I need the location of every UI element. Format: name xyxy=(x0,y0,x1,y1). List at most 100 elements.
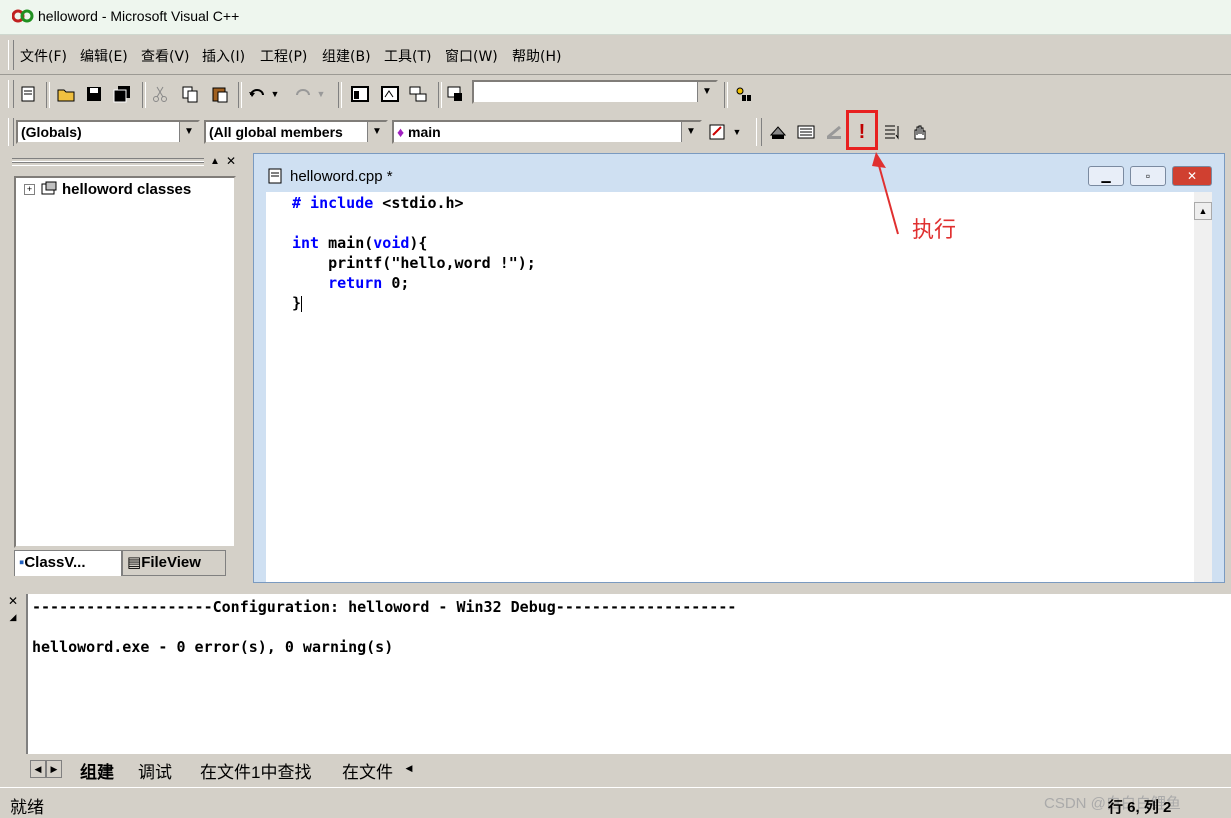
workspace-toggle-icon[interactable] xyxy=(348,82,372,106)
close-pane-icon[interactable]: ✕ xyxy=(224,154,238,168)
editor-filename: helloword.cpp * xyxy=(290,168,393,185)
tab-find-in-files-2[interactable]: 在文件 xyxy=(342,758,393,783)
tree-root-label[interactable]: helloword classes xyxy=(62,181,191,198)
code-keyword: return xyxy=(292,274,383,292)
code-keyword: # include xyxy=(292,194,374,212)
tab-classview[interactable]: ▪ClassV... xyxy=(14,550,122,576)
code-text: printf("hello,word !"); xyxy=(292,254,536,272)
tab-build[interactable]: 组建 xyxy=(80,758,114,783)
code-text: 0; xyxy=(382,274,410,292)
find-combo[interactable]: ▼ xyxy=(472,80,718,104)
pane-grip xyxy=(12,162,204,166)
open-folder-icon[interactable] xyxy=(54,82,78,106)
save-all-icon[interactable] xyxy=(110,82,134,106)
menu-bar: 文件(F) 编辑(E) 查看(V) 插入(I) 工程(P) 组建(B) 工具(T… xyxy=(0,36,1231,75)
chevron-down-icon[interactable]: ▼ xyxy=(179,122,198,142)
tab-classview-label: ClassV... xyxy=(24,554,86,571)
annotation-arrow-icon xyxy=(872,152,899,235)
menu-help[interactable]: 帮助(H) xyxy=(512,46,561,66)
compile-icon[interactable] xyxy=(766,120,790,144)
restore-icon[interactable]: ▫ xyxy=(1130,166,1166,186)
visual-cpp-logo-icon xyxy=(12,9,34,23)
redo-dropdown-icon[interactable]: ▼ xyxy=(314,82,328,106)
code-keyword: void xyxy=(373,234,410,252)
close-icon[interactable]: ✕ xyxy=(1172,166,1212,186)
stop-build-icon[interactable] xyxy=(822,120,846,144)
minimize-icon[interactable]: ▁ xyxy=(1088,166,1124,186)
wizard-dropdown-icon[interactable]: ▼ xyxy=(730,120,744,144)
redo-icon[interactable] xyxy=(290,82,314,106)
toolbar-separator xyxy=(724,82,728,108)
toolbar-separator xyxy=(142,82,146,108)
tab-debug[interactable]: 调试 xyxy=(138,758,172,783)
toolbar-grip xyxy=(8,118,14,146)
status-bar: 就绪 CSDN @白白白鲤鱼 行 6, 列 2 xyxy=(0,787,1231,818)
menu-edit[interactable]: 编辑(E) xyxy=(80,46,128,66)
menu-project[interactable]: 工程(P) xyxy=(260,46,307,66)
toolbar-separator xyxy=(338,82,342,108)
new-file-icon[interactable] xyxy=(16,82,40,106)
code-line: return 0; xyxy=(292,274,409,292)
member-combo[interactable]: ♦ main ▼ xyxy=(392,120,702,144)
annotation-label: 执行 xyxy=(912,218,957,243)
filter-combo[interactable]: (All global members ▼ xyxy=(204,120,388,144)
chevron-down-icon[interactable]: ▼ xyxy=(681,122,700,142)
menu-window[interactable]: 窗口(W) xyxy=(445,46,498,66)
toolbar-grip xyxy=(756,118,762,146)
function-marker-icon: ♦ xyxy=(397,124,405,140)
build-icon[interactable] xyxy=(794,120,818,144)
chevron-down-icon[interactable]: ▼ xyxy=(367,122,386,142)
wizard-action-icon[interactable] xyxy=(706,120,730,144)
maximize-pane-icon[interactable]: ▲ xyxy=(208,154,222,168)
toolbar-separator xyxy=(438,82,442,108)
class-combo-value: (Globals) xyxy=(21,124,82,140)
member-combo-value: main xyxy=(408,124,441,140)
text-caret xyxy=(301,295,303,312)
copy-icon[interactable] xyxy=(178,82,202,106)
output-window-icon[interactable] xyxy=(378,82,402,106)
expand-icon[interactable]: + xyxy=(24,184,35,195)
editor-window: helloword.cpp * ▁ ▫ ✕ # include <stdio.h… xyxy=(253,153,1225,583)
search-icon[interactable] xyxy=(732,82,756,106)
paste-icon[interactable] xyxy=(208,82,232,106)
code-gutter xyxy=(266,192,290,582)
class-combo[interactable]: (Globals) ▼ xyxy=(16,120,200,144)
code-area[interactable]: # include <stdio.h> int main(void){ prin… xyxy=(266,192,1194,582)
code-text: main( xyxy=(319,234,374,252)
tab-scroll-right-icon[interactable]: ▶ xyxy=(46,760,62,778)
close-output-icon[interactable]: ✕ xyxy=(6,594,20,608)
wizardbar-toolbar: (Globals) ▼ (All global members ▼ ♦ main ▼ … xyxy=(0,110,1231,152)
cut-icon[interactable] xyxy=(148,82,172,106)
editor-vertical-scrollbar[interactable]: ▲ xyxy=(1194,192,1212,582)
menu-tools[interactable]: 工具(T) xyxy=(384,46,431,66)
menu-build[interactable]: 组建(B) xyxy=(322,46,371,66)
tab-fileview-label: FileView xyxy=(141,554,201,571)
menu-insert[interactable]: 插入(I) xyxy=(202,46,245,66)
scroll-up-icon[interactable]: ▲ xyxy=(1194,202,1212,220)
output-pane: ✕ ◢ --------------------Configuration: h… xyxy=(0,590,1231,783)
window-list-icon[interactable] xyxy=(406,82,430,106)
title-bar: helloword - Microsoft Visual C++ xyxy=(0,0,1231,35)
undo-icon[interactable] xyxy=(246,82,270,106)
code-line: } xyxy=(292,294,303,312)
tab-find-in-files-1[interactable]: 在文件1中查找 xyxy=(200,758,311,783)
go-icon[interactable] xyxy=(880,120,904,144)
editor-titlebar: helloword.cpp * ▁ ▫ ✕ xyxy=(254,154,1224,192)
menu-view[interactable]: 查看(V) xyxy=(141,46,190,66)
hscroll-left-icon[interactable]: ◀ xyxy=(402,760,416,776)
undo-dropdown-icon[interactable]: ▼ xyxy=(268,82,282,106)
class-folder-icon xyxy=(41,181,57,195)
output-text-area[interactable]: --------------------Configuration: hello… xyxy=(26,594,1231,754)
save-icon[interactable] xyxy=(82,82,106,106)
find-in-files-icon[interactable] xyxy=(444,82,468,106)
tab-scroll-left-icon[interactable]: ◀ xyxy=(30,760,46,778)
breakpoint-hand-icon[interactable] xyxy=(908,120,932,144)
toolbar-grip xyxy=(8,80,14,108)
maximize-output-icon[interactable]: ◢ xyxy=(6,610,20,624)
toolbar-separator xyxy=(46,82,50,108)
tab-fileview[interactable]: ▤FileView xyxy=(122,550,226,576)
code-text: } xyxy=(292,294,302,312)
menu-file[interactable]: 文件(F) xyxy=(20,46,67,66)
standard-toolbar: ▼ ▼ ▼ xyxy=(0,76,1231,114)
chevron-down-icon[interactable]: ▼ xyxy=(697,82,716,102)
